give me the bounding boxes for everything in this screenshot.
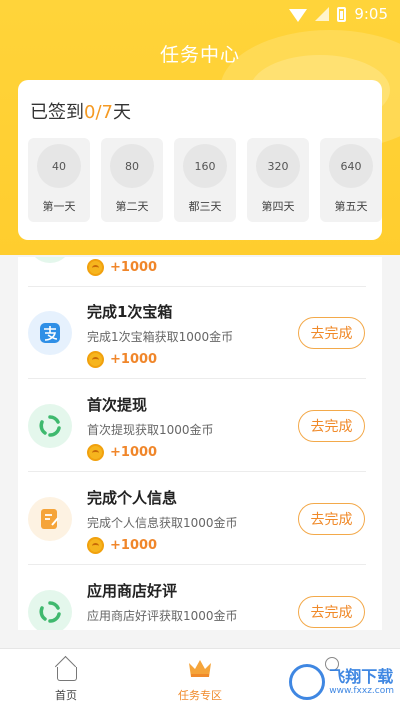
task-reward: +1000 bbox=[87, 259, 157, 276]
watermark: 飞翔下载 www.fxxz.com bbox=[289, 664, 394, 700]
alipay-glyph bbox=[40, 323, 60, 343]
complete-task-button[interactable]: 去完成 bbox=[298, 410, 365, 442]
divider bbox=[28, 471, 366, 472]
checkin-title-prefix: 已签到 bbox=[30, 102, 84, 123]
status-icons: 9:05 bbox=[289, 5, 388, 23]
nav-label: 任务专区 bbox=[178, 689, 222, 702]
reward-value: +1000 bbox=[110, 538, 158, 553]
coin-icon bbox=[87, 537, 104, 554]
edit-doc-glyph bbox=[41, 509, 59, 529]
signal-icon bbox=[315, 7, 330, 21]
checkin-day[interactable]: 160 都三天 bbox=[174, 138, 236, 222]
checkin-count: 0/7 bbox=[84, 102, 113, 123]
checkin-card: 已签到0/7天 40 第一天 80 第二天 160 都三天 320 第四天 64… bbox=[18, 80, 382, 240]
day-coins: 640 bbox=[329, 144, 373, 188]
task-item: 完成1次宝箱 完成1次宝箱获取1000金币 +1000 去完成 bbox=[18, 287, 382, 379]
edit-doc-icon bbox=[28, 497, 72, 541]
task-reward: +1000 bbox=[87, 537, 157, 554]
task-desc: 完成个人信息获取1000金币 bbox=[87, 516, 238, 530]
day-coins: 80 bbox=[110, 144, 154, 188]
watermark-logo-icon bbox=[289, 664, 326, 700]
page-title: 任务中心 bbox=[159, 44, 240, 66]
recycle-glyph bbox=[39, 601, 61, 623]
task-name: 首次提现 bbox=[87, 396, 148, 414]
wifi-icon bbox=[289, 8, 308, 22]
divider bbox=[28, 378, 366, 379]
reward-value: +1000 bbox=[110, 445, 158, 460]
task-item: 完成个人信息 完成个人信息获取1000金币 +1000 去完成 bbox=[18, 473, 382, 565]
task-desc: 首次提现获取1000金币 bbox=[87, 423, 214, 437]
day-coins: 160 bbox=[183, 144, 227, 188]
coin-icon bbox=[87, 351, 104, 368]
day-coins: 320 bbox=[256, 144, 300, 188]
crown-glyph bbox=[189, 660, 211, 677]
recycle-icon bbox=[28, 257, 72, 263]
task-desc: 完成1次宝箱获取1000金币 bbox=[87, 330, 234, 344]
coin-icon bbox=[87, 259, 104, 276]
recycle-glyph bbox=[39, 415, 61, 437]
day-label: 第五天 bbox=[334, 200, 368, 213]
day-label: 第四天 bbox=[261, 200, 295, 213]
complete-task-button[interactable]: 去完成 bbox=[298, 317, 365, 349]
checkin-day[interactable]: 40 第一天 bbox=[28, 138, 90, 222]
reward-value: +1000 bbox=[110, 260, 158, 275]
alipay-icon bbox=[28, 311, 72, 355]
watermark-main: 飞翔下载 bbox=[329, 666, 394, 686]
checkin-day[interactable]: 320 第四天 bbox=[247, 138, 309, 222]
status-bar: 9:05 bbox=[0, 0, 400, 28]
crown-icon bbox=[187, 657, 213, 681]
divider bbox=[28, 564, 366, 565]
nav-item-home[interactable]: 首页 bbox=[26, 657, 106, 703]
task-item: 首次提现 首次提现获取1000金币 +1000 去完成 bbox=[18, 380, 382, 472]
task-name: 应用商店好评 bbox=[87, 582, 178, 600]
task-name: 完成1次宝箱 bbox=[87, 303, 173, 321]
watermark-text: 飞翔下载 www.fxxz.com bbox=[329, 666, 394, 696]
task-list[interactable]: +1000 完成1次宝箱 完成1次宝箱获取1000金币 +1000 去完成 首次… bbox=[18, 257, 382, 630]
task-desc: 应用商店好评获取1000金币 bbox=[87, 609, 238, 623]
checkin-day[interactable]: 640 第五天 bbox=[320, 138, 382, 222]
complete-task-button[interactable]: 去完成 bbox=[298, 503, 365, 535]
task-reward: +1000 bbox=[87, 351, 157, 368]
nav-item-tasks[interactable]: 任务专区 bbox=[160, 657, 240, 703]
status-time: 9:05 bbox=[354, 5, 388, 23]
recycle-icon bbox=[28, 404, 72, 448]
task-item: 应用商店好评 应用商店好评获取1000金币 去完成 bbox=[18, 566, 382, 630]
task-item: +1000 bbox=[18, 257, 382, 287]
home-icon bbox=[53, 657, 79, 681]
day-label: 第一天 bbox=[42, 200, 76, 213]
recycle-icon bbox=[28, 590, 72, 630]
battery-icon bbox=[337, 6, 347, 22]
coin-icon bbox=[87, 444, 104, 461]
task-name: 完成个人信息 bbox=[87, 489, 178, 507]
checkin-title-suffix: 天 bbox=[112, 102, 131, 123]
reward-value: +1000 bbox=[110, 352, 158, 367]
checkin-day[interactable]: 80 第二天 bbox=[101, 138, 163, 222]
watermark-sub: www.fxxz.com bbox=[329, 685, 394, 696]
complete-task-button[interactable]: 去完成 bbox=[298, 596, 365, 628]
day-label: 第二天 bbox=[115, 200, 149, 213]
day-coins: 40 bbox=[37, 144, 81, 188]
checkin-days[interactable]: 40 第一天 80 第二天 160 都三天 320 第四天 640 第五天 bbox=[28, 138, 382, 222]
task-reward: +1000 bbox=[87, 444, 157, 461]
checkin-title: 已签到0/7天 bbox=[30, 98, 131, 124]
day-label: 都三天 bbox=[188, 200, 222, 213]
nav-label: 首页 bbox=[55, 689, 77, 702]
